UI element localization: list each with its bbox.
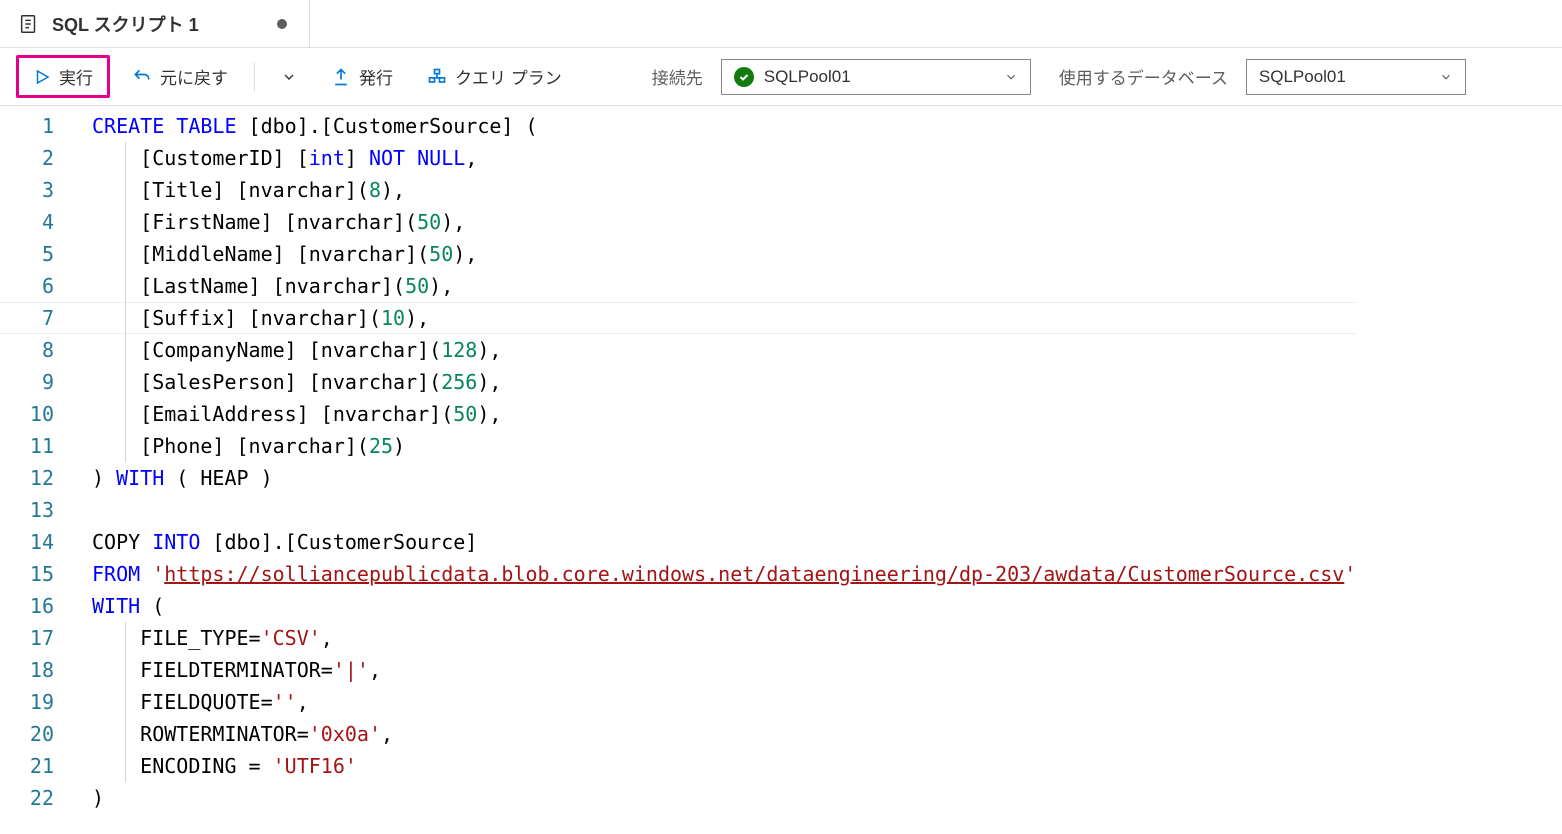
code-line[interactable]: ROWTERMINATOR='0x0a', xyxy=(92,718,1356,750)
line-number: 7 xyxy=(0,302,80,334)
dropdown-toggle[interactable] xyxy=(269,61,309,93)
code-editor[interactable]: 12345678910111213141516171819202122 CREA… xyxy=(0,106,1562,814)
use-database-value: SQLPool01 xyxy=(1259,67,1346,87)
chevron-down-icon xyxy=(1004,70,1018,84)
code-line[interactable]: FIELDTERMINATOR='|', xyxy=(92,654,1356,686)
code-line[interactable]: [Title] [nvarchar](8), xyxy=(92,174,1356,206)
tab-bar: SQL スクリプト 1 xyxy=(0,0,1562,48)
line-number-gutter: 12345678910111213141516171819202122 xyxy=(0,106,80,814)
line-number: 14 xyxy=(0,526,80,558)
connect-to-value: SQLPool01 xyxy=(764,67,851,87)
publish-label: 発行 xyxy=(359,64,393,89)
line-number: 11 xyxy=(0,430,80,462)
play-icon xyxy=(33,68,51,86)
line-number: 18 xyxy=(0,654,80,686)
toolbar-divider xyxy=(254,62,255,92)
undo-icon xyxy=(132,67,152,87)
tab-dirty-indicator xyxy=(277,19,287,29)
publish-icon xyxy=(331,67,351,87)
run-button[interactable]: 実行 xyxy=(16,55,110,98)
run-label: 実行 xyxy=(59,64,93,89)
line-number: 20 xyxy=(0,718,80,750)
code-line[interactable]: CREATE TABLE [dbo].[CustomerSource] ( xyxy=(92,110,1356,142)
line-number: 13 xyxy=(0,494,80,526)
connect-to-label: 接続先 xyxy=(652,64,703,89)
chevron-down-icon xyxy=(1439,70,1453,84)
code-line[interactable]: COPY INTO [dbo].[CustomerSource] xyxy=(92,526,1356,558)
status-ok-icon xyxy=(734,67,754,87)
code-line[interactable]: [MiddleName] [nvarchar](50), xyxy=(92,238,1356,270)
line-number: 5 xyxy=(0,238,80,270)
tab-title: SQL スクリプト 1 xyxy=(52,11,199,37)
code-line[interactable]: WITH ( xyxy=(92,590,1356,622)
line-number: 4 xyxy=(0,206,80,238)
code-line[interactable]: FILE_TYPE='CSV', xyxy=(92,622,1356,654)
tab-sql-script[interactable]: SQL スクリプト 1 xyxy=(0,0,310,47)
query-plan-icon xyxy=(427,67,447,87)
connect-to-select[interactable]: SQLPool01 xyxy=(721,59,1031,95)
line-number: 10 xyxy=(0,398,80,430)
line-number: 2 xyxy=(0,142,80,174)
line-number: 1 xyxy=(0,110,80,142)
use-database-label: 使用するデータベース xyxy=(1059,64,1228,89)
toolbar: 実行 元に戻す 発行 クエリ プラン 接続 xyxy=(0,48,1562,106)
line-number: 22 xyxy=(0,782,80,814)
code-line[interactable]: ENCODING = 'UTF16' xyxy=(92,750,1356,782)
line-number: 8 xyxy=(0,334,80,366)
line-number: 17 xyxy=(0,622,80,654)
sql-script-icon xyxy=(18,13,40,35)
code-line[interactable]: [CustomerID] [int] NOT NULL, xyxy=(92,142,1356,174)
line-number: 3 xyxy=(0,174,80,206)
line-number: 21 xyxy=(0,750,80,782)
code-line[interactable] xyxy=(92,494,1356,526)
code-line[interactable]: [SalesPerson] [nvarchar](256), xyxy=(92,366,1356,398)
code-line[interactable]: FROM 'https://solliancepublicdata.blob.c… xyxy=(92,558,1356,590)
line-number: 15 xyxy=(0,558,80,590)
code-line[interactable]: [Suffix] [nvarchar](10), xyxy=(92,302,1356,334)
code-line[interactable]: ) xyxy=(92,782,1356,814)
chevron-down-icon xyxy=(281,69,297,85)
code-line[interactable]: ) WITH ( HEAP ) xyxy=(92,462,1356,494)
code-line[interactable]: [Phone] [nvarchar](25) xyxy=(92,430,1356,462)
line-number: 12 xyxy=(0,462,80,494)
publish-button[interactable]: 発行 xyxy=(319,56,405,97)
line-number: 9 xyxy=(0,366,80,398)
line-number: 16 xyxy=(0,590,80,622)
undo-button[interactable]: 元に戻す xyxy=(120,56,240,97)
code-line[interactable]: [CompanyName] [nvarchar](128), xyxy=(92,334,1356,366)
undo-label: 元に戻す xyxy=(160,64,228,89)
code-line[interactable]: FIELDQUOTE='', xyxy=(92,686,1356,718)
line-number: 6 xyxy=(0,270,80,302)
query-plan-button[interactable]: クエリ プラン xyxy=(415,56,574,97)
code-line[interactable]: [LastName] [nvarchar](50), xyxy=(92,270,1356,302)
code-line[interactable]: [FirstName] [nvarchar](50), xyxy=(92,206,1356,238)
query-plan-label: クエリ プラン xyxy=(455,64,562,89)
code-line[interactable]: [EmailAddress] [nvarchar](50), xyxy=(92,398,1356,430)
line-number: 19 xyxy=(0,686,80,718)
code-content[interactable]: CREATE TABLE [dbo].[CustomerSource] ( [C… xyxy=(80,106,1356,814)
use-database-select[interactable]: SQLPool01 xyxy=(1246,59,1466,95)
